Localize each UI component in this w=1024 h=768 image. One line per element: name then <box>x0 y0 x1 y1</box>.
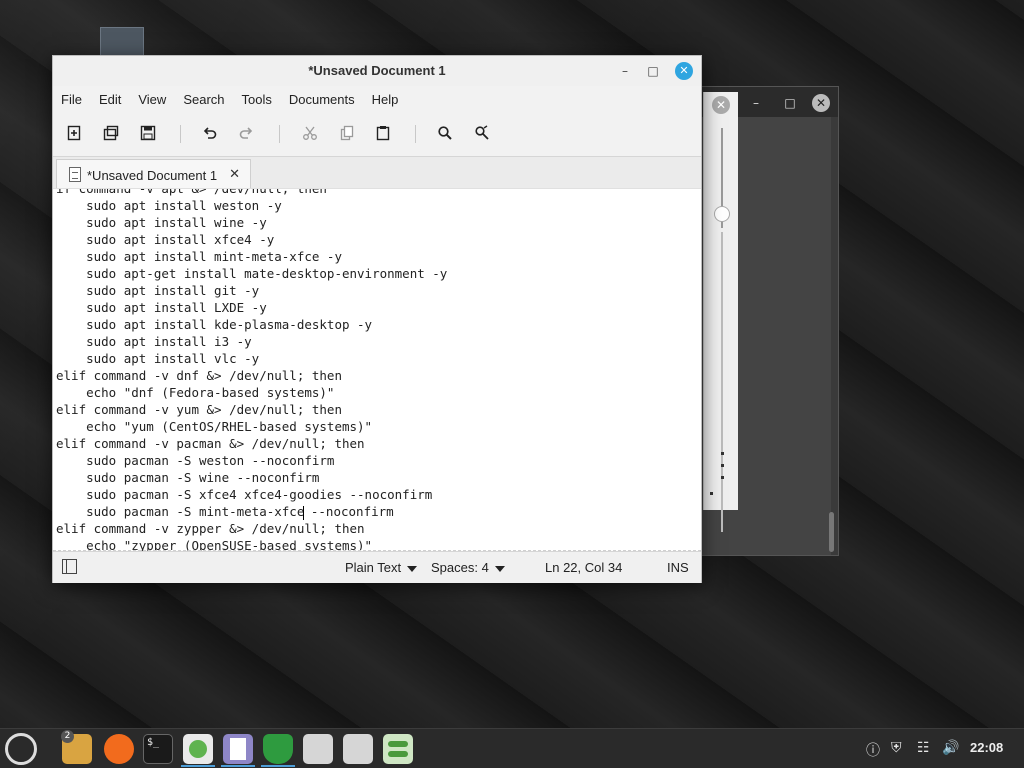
code-line: echo "yum (CentOS/RHEL-based systems)" <box>56 419 373 434</box>
code-line: sudo apt install mint-meta-xfce -y <box>56 249 342 264</box>
menu-edit[interactable]: Edit <box>99 92 121 107</box>
code-line: sudo pacman -S mint-meta-xfce --noconfir… <box>56 504 394 520</box>
panel-dot <box>721 464 724 467</box>
code-line: echo "zypper (OpenSUSE-based systems)" <box>56 538 373 551</box>
menu-search[interactable]: Search <box>183 92 224 107</box>
chevron-down-icon <box>494 565 505 572</box>
undo-icon[interactable] <box>199 122 221 144</box>
titlebar[interactable]: *Unsaved Document 1 – □ ✕ <box>53 56 701 86</box>
code-line: sudo pacman -S wine --noconfirm <box>56 470 320 485</box>
replace-icon[interactable] <box>471 122 493 144</box>
language-selector[interactable]: Plain Text <box>345 560 418 575</box>
toolbar-separator <box>180 125 181 143</box>
document-icon <box>69 167 81 182</box>
toolbar-separator <box>415 125 416 143</box>
tab-strip: *Unsaved Document 1 ✕ <box>53 156 701 189</box>
clock[interactable]: 22:08 <box>970 740 1003 755</box>
code-line: sudo pacman -S xfce4 xfce4-goodies --noc… <box>56 487 433 502</box>
package-box-icon[interactable] <box>343 734 373 764</box>
insert-mode: INS <box>667 560 689 575</box>
desktop-icon[interactable] <box>100 27 144 57</box>
code-line: sudo apt install LXDE -y <box>56 300 267 315</box>
new-window-icon[interactable] <box>100 122 122 144</box>
bg-scrollbar[interactable] <box>829 512 834 552</box>
slider-track-lower <box>721 232 723 532</box>
code-line: sudo pacman -S weston --noconfirm <box>56 453 335 468</box>
side-panel-toggle-icon[interactable] <box>62 559 77 574</box>
running-indicator <box>261 765 295 767</box>
code-line: elif command -v pacman &> /dev/null; the… <box>56 436 365 451</box>
volume-icon[interactable]: 🔊 <box>942 740 959 756</box>
files-badge: 2 <box>61 730 74 743</box>
menu-file[interactable]: File <box>61 92 82 107</box>
spreadsheet-icon[interactable] <box>183 734 213 764</box>
code-text: if command -v apt &> /dev/null; then sud… <box>56 188 448 551</box>
cursor-position: Ln 22, Col 34 <box>545 560 623 575</box>
tab-close-icon[interactable]: ✕ <box>229 166 240 182</box>
new-document-icon[interactable] <box>63 122 85 144</box>
bg-minimize-button[interactable]: – <box>747 94 765 112</box>
cut-icon[interactable] <box>299 122 321 144</box>
panel-dot <box>710 492 713 495</box>
bg-maximize-button[interactable]: □ <box>781 94 799 112</box>
menu-documents[interactable]: Documents <box>289 92 355 107</box>
panel-dot <box>721 476 724 479</box>
shield-tray-icon[interactable]: ⛨ <box>891 740 902 756</box>
text-editor-icon[interactable] <box>223 734 253 764</box>
shield-icon[interactable] <box>263 734 293 764</box>
save-icon[interactable] <box>137 122 159 144</box>
tab-width-selector[interactable]: Spaces: 4 <box>431 560 505 575</box>
toolbar <box>53 112 701 156</box>
code-line: sudo apt install i3 -y <box>56 334 252 349</box>
find-icon[interactable] <box>434 122 456 144</box>
redo-icon[interactable] <box>235 122 257 144</box>
language-label: Plain Text <box>345 560 402 575</box>
window-title: *Unsaved Document 1 <box>308 63 446 78</box>
maximize-button[interactable]: □ <box>644 62 662 80</box>
toggle-settings-icon[interactable] <box>383 734 413 764</box>
taskbar: 2 $_ ⓘ ⛨ ☷ 🔊 22:08 <box>0 728 1024 768</box>
side-panel-close-button[interactable]: ✕ <box>712 96 730 114</box>
code-line: sudo apt install xfce4 -y <box>56 232 275 247</box>
paste-icon[interactable] <box>372 122 394 144</box>
tab-width-label: Spaces: 4 <box>431 560 489 575</box>
code-line: if command -v apt &> /dev/null; then <box>56 188 327 196</box>
menubar: File Edit View Search Tools Documents He… <box>53 86 701 112</box>
menu-help[interactable]: Help <box>372 92 399 107</box>
code-line: sudo apt install wine -y <box>56 215 267 230</box>
notification-icon[interactable]: ⓘ <box>866 740 880 760</box>
bg-close-button[interactable]: ✕ <box>812 94 830 112</box>
copy-icon[interactable] <box>336 122 358 144</box>
code-line: elif command -v dnf &> /dev/null; then <box>56 368 342 383</box>
text-editor-area[interactable]: if command -v apt &> /dev/null; then sud… <box>53 188 701 551</box>
code-line: sudo apt install git -y <box>56 283 260 298</box>
firefox-icon[interactable] <box>104 734 134 764</box>
chevron-down-icon <box>407 565 418 572</box>
close-button[interactable]: ✕ <box>675 62 693 80</box>
toolbar-separator <box>279 125 280 143</box>
code-line: elif command -v yum &> /dev/null; then <box>56 402 342 417</box>
code-line: echo "dnf (Fedora-based systems)" <box>56 385 335 400</box>
running-indicator <box>221 765 255 767</box>
tab-label: *Unsaved Document 1 <box>87 168 218 183</box>
menu-view[interactable]: View <box>138 92 166 107</box>
code-line: sudo apt install kde-plasma-desktop -y <box>56 317 373 332</box>
code-line: elif command -v zypper &> /dev/null; the… <box>56 521 365 536</box>
text-editor-window[interactable]: *Unsaved Document 1 – □ ✕ File Edit View… <box>52 55 702 583</box>
slider-knob[interactable] <box>714 206 730 222</box>
tab-unsaved-document-1[interactable]: *Unsaved Document 1 ✕ <box>56 159 251 189</box>
code-line: sudo apt install weston -y <box>56 198 282 213</box>
side-panel: ✕ <box>703 92 738 532</box>
menu-logo-icon[interactable] <box>5 733 37 765</box>
package-box-icon[interactable] <box>303 734 333 764</box>
terminal-icon[interactable]: $_ <box>143 734 173 764</box>
code-line: sudo apt install vlc -y <box>56 351 260 366</box>
panel-dot <box>721 452 724 455</box>
network-icon[interactable]: ☷ <box>917 740 930 756</box>
statusbar: Plain Text Spaces: 4 Ln 22, Col 34 INS <box>53 551 701 583</box>
code-line: sudo apt-get install mate-desktop-enviro… <box>56 266 448 281</box>
running-indicator <box>181 765 215 767</box>
minimize-button[interactable]: – <box>616 62 634 80</box>
menu-tools[interactable]: Tools <box>242 92 272 107</box>
